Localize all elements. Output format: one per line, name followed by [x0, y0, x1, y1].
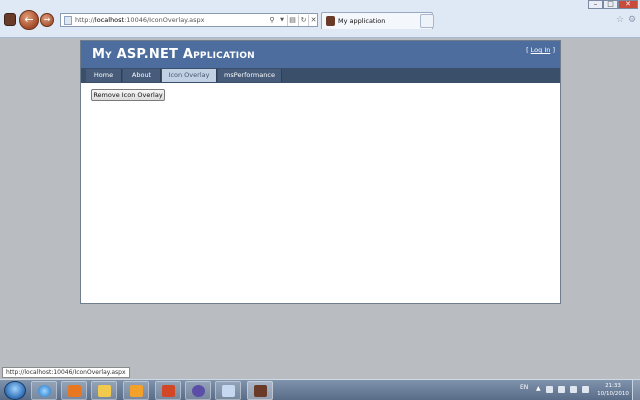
browser-chrome: ← → http://localhost:10046/IconOverlay.a… [0, 0, 640, 38]
site-header: My ASP.NET Application [ Log In ] [81, 41, 560, 68]
address-bar[interactable]: http://localhost:10046/IconOverlay.aspx … [60, 13, 318, 27]
start-button[interactable] [4, 381, 26, 400]
forward-button[interactable]: → [40, 13, 54, 27]
taskbar-explorer-button[interactable] [91, 381, 117, 400]
login-link[interactable]: Log In [531, 46, 551, 54]
taskbar-outlook-button[interactable] [123, 381, 149, 400]
person-icon [254, 385, 267, 397]
maximize-button[interactable]: □ [603, 0, 618, 9]
minimize-button[interactable]: – [588, 0, 603, 9]
language-indicator[interactable]: EN [520, 384, 528, 391]
search-icon[interactable]: ⚲ [267, 15, 277, 26]
media-player-icon [68, 385, 81, 397]
chevron-down-icon[interactable]: ▼ [278, 15, 286, 26]
nav-item-home[interactable]: Home [86, 69, 122, 82]
nav-menu: Home About Icon Overlay msPerformance [81, 68, 560, 83]
taskbar-paint-button[interactable] [215, 381, 241, 400]
login-area: [ Log In ] [526, 46, 555, 54]
tab-favicon-icon [326, 16, 335, 26]
ie-icon [38, 385, 51, 397]
volume-icon[interactable] [570, 386, 577, 393]
powerpoint-icon [162, 385, 175, 397]
nav-item-about[interactable]: About [123, 69, 161, 82]
clock[interactable]: 21:33 10/10/2010 [597, 382, 629, 398]
visual-studio-icon [192, 385, 205, 397]
network-icon[interactable] [558, 386, 565, 393]
favorites-star-icon[interactable]: ☆ [616, 15, 624, 25]
login-bracket-close: ] [550, 46, 555, 54]
show-hidden-icons-button[interactable]: ▲ [536, 385, 543, 392]
taskbar-ie-button[interactable] [31, 381, 57, 400]
address-text[interactable]: http://localhost:10046/IconOverlay.aspx [75, 16, 205, 24]
new-tab-button[interactable] [420, 14, 434, 28]
outlook-icon [130, 385, 143, 397]
stop-button[interactable]: ✕ [308, 15, 318, 26]
action-center-flag-icon[interactable] [546, 386, 553, 393]
status-bar-url: http://localhost:10046/IconOverlay.aspx [2, 367, 130, 378]
nav-item-icon-overlay[interactable]: Icon Overlay [162, 69, 217, 82]
taskbar: EN ▲ 21:33 10/10/2010 [0, 379, 640, 400]
page-viewport: My ASP.NET Application [ Log In ] Home A… [0, 39, 640, 368]
site-title: My ASP.NET Application [92, 47, 255, 62]
ie-logo-icon [4, 13, 16, 26]
tab-my-application[interactable]: My application [321, 12, 433, 29]
close-window-button[interactable]: ✕ [618, 0, 638, 9]
clock-date: 10/10/2010 [597, 391, 629, 397]
taskbar-media-player-button[interactable] [61, 381, 87, 400]
page-icon [64, 16, 72, 25]
address-host: localhost [94, 16, 125, 24]
taskbar-visual-studio-button[interactable] [185, 381, 211, 400]
remove-icon-overlay-button[interactable]: Remove Icon Overlay [91, 89, 165, 101]
address-prefix: http:// [75, 16, 95, 24]
gear-icon[interactable]: ⚙ [628, 15, 636, 25]
tab-title: My application [338, 17, 386, 25]
site-container: My ASP.NET Application [ Log In ] Home A… [80, 40, 561, 304]
back-button[interactable]: ← [19, 10, 39, 30]
nav-item-msperformance[interactable]: msPerformance [218, 69, 282, 82]
taskbar-powerpoint-button[interactable] [155, 381, 181, 400]
power-icon[interactable] [582, 386, 589, 393]
paint-icon [222, 385, 235, 397]
folder-icon [98, 385, 111, 397]
compatibility-view-icon[interactable]: ▤ [287, 15, 297, 26]
clock-time: 21:33 [605, 383, 621, 389]
refresh-button[interactable]: ↻ [298, 15, 308, 26]
show-desktop-button[interactable] [632, 380, 640, 400]
address-rest: :10046/IconOverlay.aspx [124, 16, 205, 24]
taskbar-app-button[interactable] [247, 381, 273, 400]
